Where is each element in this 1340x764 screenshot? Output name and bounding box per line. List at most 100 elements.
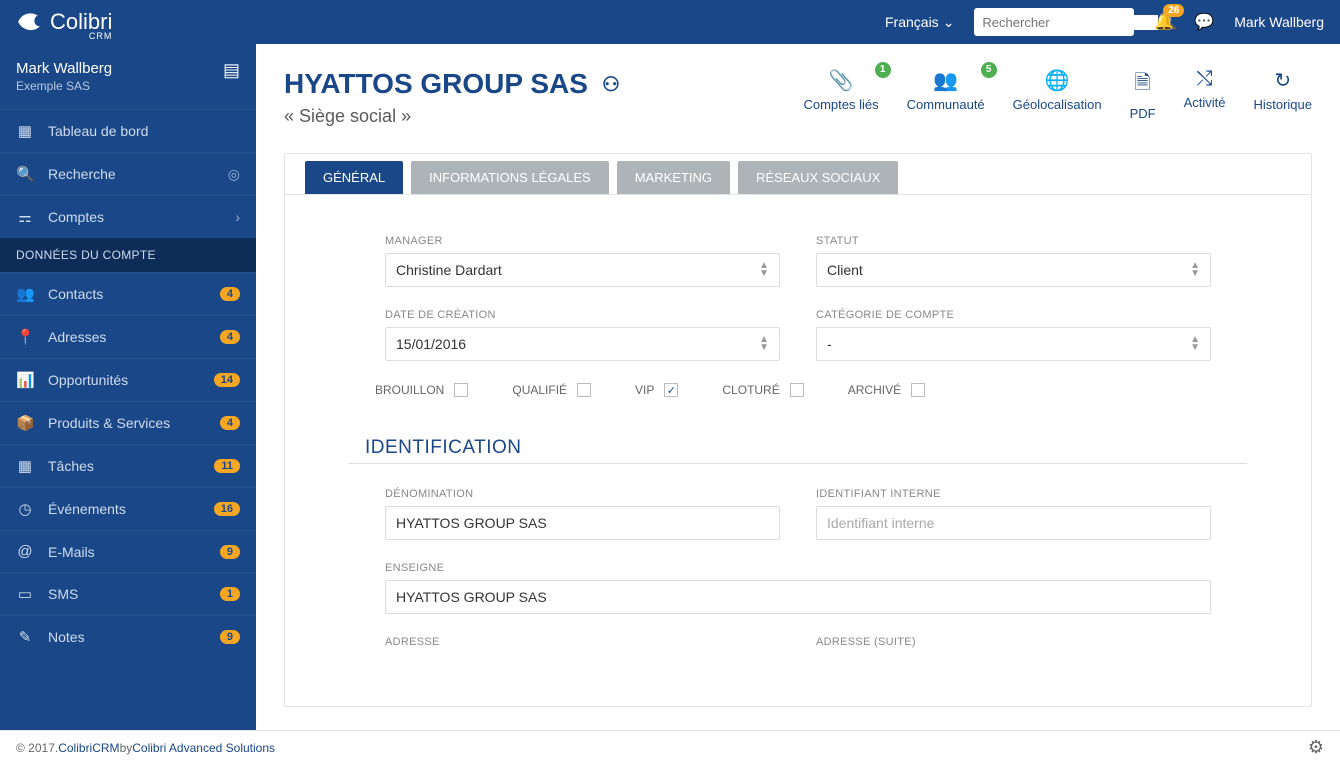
action-golocalisation[interactable]: 🌐Géolocalisation xyxy=(1013,68,1102,121)
adresse-label: ADRESSE xyxy=(385,636,780,648)
cube-icon: 📦 xyxy=(16,414,34,432)
select-arrows-icon: ▲▼ xyxy=(759,262,769,278)
sidebar-item-label: Adresses xyxy=(48,329,206,345)
history-icon: ↻ xyxy=(1253,68,1312,93)
sidebar-item-comptes[interactable]: ⚎Comptes› xyxy=(0,195,256,238)
action-label: Activité xyxy=(1184,95,1226,110)
sidebar-item-sms[interactable]: ▭ SMS 1 xyxy=(0,572,256,615)
date-label: DATE DE CRÉATION xyxy=(385,309,780,321)
sidebar-item-label: Recherche xyxy=(48,166,214,182)
action-pdf[interactable]: 🗎 PDF xyxy=(1130,68,1156,121)
pin-icon: 📍 xyxy=(16,328,34,346)
sidebar-item-label: Événements xyxy=(48,501,200,517)
ident-label: IDENTIFIANT INTERNE xyxy=(816,488,1211,500)
enseigne-label: ENSEIGNE xyxy=(385,562,1211,574)
action-activit[interactable]: ⤭Activité xyxy=(1184,68,1226,121)
sidebar-item-label: SMS xyxy=(48,586,206,602)
sidebar-item-produitsservices[interactable]: 📦Produits & Services4 xyxy=(0,401,256,444)
logo[interactable]: ColibriCRM xyxy=(16,9,112,35)
sidebar-item-adresses[interactable]: 📍Adresses4 xyxy=(0,315,256,358)
address-book-icon[interactable]: ▤ xyxy=(223,60,240,81)
search-icon: 🔍 xyxy=(16,165,34,183)
sidebar: Mark Wallberg Exemple SAS ▤ ▦Tableau de … xyxy=(0,44,256,730)
sidebar-item-notes[interactable]: ✎Notes9 xyxy=(0,615,256,658)
select-arrows-icon: ▲▼ xyxy=(1190,336,1200,352)
sidebar-item-recherche[interactable]: 🔍 Recherche ◎ xyxy=(0,152,256,195)
chat-icon[interactable]: 💬 xyxy=(1194,12,1214,32)
footer-brand-link[interactable]: ColibriCRM xyxy=(58,741,119,755)
checkbox-label: QUALIFIÉ xyxy=(512,383,567,397)
action-label: PDF xyxy=(1130,106,1156,121)
manager-label: MANAGER xyxy=(385,235,780,247)
denom-label: DÉNOMINATION xyxy=(385,488,780,500)
date-select[interactable]: 15/01/2016▲▼ xyxy=(385,327,780,361)
action-historique[interactable]: ↻ Historique xyxy=(1253,68,1312,121)
action-label: Communauté xyxy=(907,97,985,112)
tab-marketing[interactable]: MARKETING xyxy=(617,161,730,194)
checkbox-qualifié: QUALIFIÉ xyxy=(512,383,591,397)
action-label: Historique xyxy=(1253,97,1312,112)
sidebar-item-contacts[interactable]: 👥Contacts4 xyxy=(0,272,256,315)
org-icon: ⚇ xyxy=(602,72,620,97)
sidebar-item-tches[interactable]: ▦Tâches11 xyxy=(0,444,256,487)
action-badge: 1 xyxy=(875,62,891,78)
checkbox-input[interactable] xyxy=(911,383,925,397)
sidebar-item-label: Comptes xyxy=(48,209,221,225)
count-badge: 14 xyxy=(214,373,240,387)
target-icon: ◎ xyxy=(228,166,240,183)
gear-icon[interactable]: ⚙ xyxy=(1308,737,1324,758)
sidebar-item-label: Tableau de bord xyxy=(48,123,240,139)
sidebar-item-opportunits[interactable]: 📊Opportunités14 xyxy=(0,358,256,401)
share-icon: ⚎ xyxy=(16,208,34,226)
chevron-down-icon: ⌄ xyxy=(943,14,955,31)
statut-label: STATUT xyxy=(816,235,1211,247)
count-badge: 1 xyxy=(220,587,240,601)
count-badge: 9 xyxy=(220,545,240,559)
phone-icon: ▭ xyxy=(16,585,34,603)
clock-icon: ◷ xyxy=(16,500,34,518)
adresse-suite-label: ADRESSE (SUITE) xyxy=(816,636,1211,648)
sidebar-item-emails[interactable]: @ E-Mails 9 xyxy=(0,530,256,572)
manager-select[interactable]: Christine Dardart▲▼ xyxy=(385,253,780,287)
notifications[interactable]: 🔔 26 xyxy=(1154,12,1174,32)
count-badge: 9 xyxy=(220,630,240,644)
ident-input[interactable] xyxy=(816,506,1211,540)
notif-badge: 26 xyxy=(1163,4,1184,17)
header-user[interactable]: Mark Wallberg xyxy=(1234,14,1324,30)
tab-rseauxsociaux[interactable]: RÉSEAUX SOCIAUX xyxy=(738,161,898,194)
language-selector[interactable]: Français ⌄ xyxy=(885,14,954,31)
action-badge: 5 xyxy=(981,62,997,78)
identification-header: IDENTIFICATION xyxy=(365,437,1211,459)
group-icon: 👥5 xyxy=(907,68,985,93)
checkbox-input[interactable]: ✓ xyxy=(664,383,678,397)
action-communaut[interactable]: 👥5 Communauté xyxy=(907,68,985,121)
sidebar-item-vnements[interactable]: ◷Événements16 xyxy=(0,487,256,530)
checkbox-label: CLOTURÉ xyxy=(722,383,779,397)
tab-gnral[interactable]: GÉNÉRAL xyxy=(305,161,403,194)
search-box[interactable]: 🔍 xyxy=(974,8,1134,36)
action-compteslis[interactable]: 📎1Comptes liés xyxy=(803,68,878,121)
denom-input[interactable] xyxy=(385,506,780,540)
sidebar-item-label: E-Mails xyxy=(48,544,206,560)
categorie-select[interactable]: -▲▼ xyxy=(816,327,1211,361)
tab-informationslgales[interactable]: INFORMATIONS LÉGALES xyxy=(411,161,609,194)
users-icon: 👥 xyxy=(16,285,34,303)
action-label: Géolocalisation xyxy=(1013,97,1102,112)
checkbox-archivé: ARCHIVÉ xyxy=(848,383,925,397)
sidebar-item-label: Opportunités xyxy=(48,372,200,388)
checkbox-input[interactable] xyxy=(454,383,468,397)
search-input[interactable] xyxy=(982,15,1158,30)
statut-select[interactable]: Client▲▼ xyxy=(816,253,1211,287)
checkbox-input[interactable] xyxy=(790,383,804,397)
pdf-icon: 🗎 xyxy=(1130,68,1156,102)
select-arrows-icon: ▲▼ xyxy=(759,336,769,352)
dashboard-icon: ▦ xyxy=(16,122,34,140)
sidebar-item-label: Produits & Services xyxy=(48,415,206,431)
sidebar-item-tableaudebord[interactable]: ▦ Tableau de bord xyxy=(0,109,256,152)
checkbox-input[interactable] xyxy=(577,383,591,397)
enseigne-input[interactable] xyxy=(385,580,1211,614)
at-icon: @ xyxy=(16,543,34,560)
main-content: HYATTOS GROUP SAS ⚇ « Siège social » 📎1C… xyxy=(256,44,1340,730)
calendar-icon: ▦ xyxy=(16,457,34,475)
footer-company-link[interactable]: Colibri Advanced Solutions xyxy=(132,741,275,755)
